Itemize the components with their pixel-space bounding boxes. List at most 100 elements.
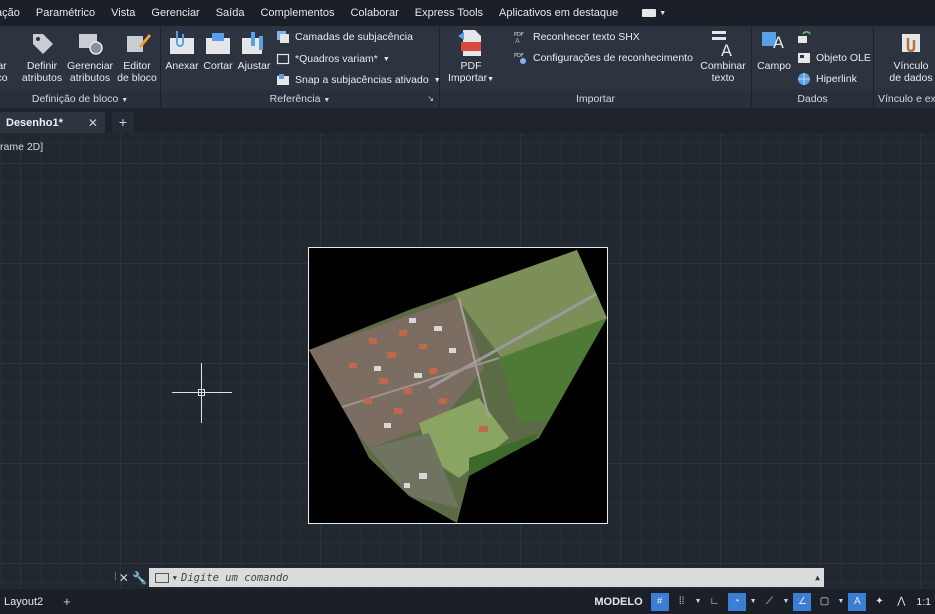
- frames-vary-dropdown[interactable]: *Quadros variam* ▼: [276, 52, 390, 66]
- panel-title-text: Definição de bloco: [31, 93, 119, 105]
- tag-icon: [33, 34, 53, 54]
- menu-item-express-tools[interactable]: Express Tools: [407, 0, 491, 26]
- data-link-label-1: Vínculo: [893, 60, 929, 72]
- crosshair-pickbox: [198, 389, 205, 396]
- recognition-settings-label: Configurações de reconhecimento: [533, 52, 693, 64]
- command-input[interactable]: ▼ Digite um comando ▲: [148, 568, 824, 587]
- pdf-label-2: Importar▼: [448, 72, 494, 86]
- clip-label: Cortar: [203, 60, 233, 72]
- object-snap-icon[interactable]: ▢: [815, 593, 833, 611]
- recognize-shx-label: Reconhecer texto SHX: [533, 31, 640, 43]
- field-label: Campo: [757, 60, 791, 72]
- recognition-settings-icon: PDF: [514, 53, 526, 64]
- grip-icon[interactable]: ⁞: [114, 572, 117, 583]
- chevron-down-icon[interactable]: ▼: [695, 598, 702, 605]
- clip-button[interactable]: Cortar: [202, 28, 234, 72]
- isodraft-icon[interactable]: ⟋: [761, 593, 779, 611]
- chevron-down-icon[interactable]: ▼: [173, 574, 177, 582]
- wrench-icon[interactable]: 🔧: [131, 571, 149, 585]
- attach-button[interactable]: Anexar: [164, 28, 200, 72]
- menu-item-complementos[interactable]: Complementos: [252, 0, 342, 26]
- command-placeholder: Digite um comando: [181, 571, 289, 584]
- attach-label: Anexar: [165, 60, 199, 72]
- polar-tracking-icon[interactable]: ◔: [727, 592, 746, 611]
- menu-item-aplicativos[interactable]: Aplicativos em destaque: [491, 0, 626, 26]
- aerial-map-picture: [309, 250, 607, 523]
- tab-label: Desenho1*: [6, 116, 63, 129]
- combine-text-button[interactable]: A Combinar texto: [698, 28, 748, 84]
- define-attributes-label-1: Definir: [26, 60, 58, 72]
- drawing-canvas[interactable]: rame 2D]: [0, 133, 935, 589]
- recognize-shx-button[interactable]: PDF A Reconhecer texto SHX: [514, 30, 640, 44]
- hyperlink-button[interactable]: Hiperlink: [797, 72, 857, 86]
- panel-import: PDF Importar▼ PDF A Reconhecer texto SHX …: [440, 26, 752, 108]
- adjust-button[interactable]: Ajustar: [236, 28, 272, 72]
- attached-aerial-image[interactable]: [308, 247, 608, 524]
- combine-text-label-1: Combinar: [700, 60, 746, 72]
- recognition-settings-button[interactable]: PDF Configurações de reconhecimento: [514, 51, 693, 65]
- pdf-label-1: PDF: [460, 60, 482, 72]
- annotation-scale-value[interactable]: 1:1: [916, 596, 931, 608]
- tab-desenho1[interactable]: Desenho1* ✕: [0, 112, 105, 133]
- ole-object-label: Objeto OLE: [816, 52, 871, 64]
- object-snap-tracking-icon[interactable]: ∠: [793, 592, 812, 611]
- menu-item-parametrico[interactable]: Paramétrico: [28, 0, 103, 26]
- menu-item-anotacao[interactable]: ação: [0, 0, 28, 26]
- panel-block-definition: ar co Definir atributos Gerenciar atribu…: [0, 26, 161, 108]
- block-editor-label-1: Editor: [123, 60, 151, 72]
- new-tab-button[interactable]: +: [112, 112, 134, 133]
- menu-item-colaborar[interactable]: Colaborar: [342, 0, 406, 26]
- close-icon[interactable]: ✕: [119, 571, 131, 585]
- shx-icon: PDFA: [514, 32, 524, 44]
- field-button[interactable]: A Campo: [755, 28, 793, 72]
- ole-object-button[interactable]: Objeto OLE: [797, 51, 871, 65]
- chevron-down-icon[interactable]: ▼: [783, 598, 790, 605]
- chevron-up-icon[interactable]: ▲: [815, 573, 820, 582]
- grid-icon[interactable]: #: [650, 592, 669, 611]
- chevron-down-icon[interactable]: ▼: [659, 10, 666, 17]
- annotation-visibility-icon[interactable]: A: [848, 592, 867, 611]
- chevron-down-icon[interactable]: ▼: [837, 598, 844, 605]
- ole-icon: [798, 53, 810, 63]
- command-prompt-icon[interactable]: [154, 572, 169, 583]
- snap-underlays-dropdown[interactable]: Snap a subjacências ativado ▼: [276, 73, 441, 87]
- create-block-button[interactable]: ar co: [0, 28, 12, 84]
- pdf-import-button[interactable]: PDF Importar▼: [446, 28, 496, 86]
- menu-item-vista[interactable]: Vista: [103, 0, 143, 26]
- layers-icon: [277, 31, 289, 43]
- underlay-layers-button[interactable]: Camadas de subjacência: [276, 30, 413, 44]
- panel-title-reference[interactable]: Referência ▼ ↘: [161, 90, 439, 108]
- block-editor-icon: [127, 34, 151, 52]
- workspace-toggle-icon[interactable]: [642, 9, 657, 17]
- update-fields-icon[interactable]: [797, 30, 811, 44]
- viewport-label[interactable]: rame 2D]: [0, 141, 43, 153]
- define-attributes-button[interactable]: Definir atributos: [20, 28, 64, 84]
- close-icon[interactable]: ✕: [88, 116, 98, 130]
- frame-icon: [276, 53, 290, 65]
- panel-title-text: Dados: [797, 93, 828, 105]
- auto-scale-icon[interactable]: ✦: [870, 593, 888, 611]
- snap-icon: [277, 74, 289, 85]
- panel-title-block-definition[interactable]: Definição de bloco ▼: [0, 90, 160, 108]
- menu-item-saida[interactable]: Saída: [208, 0, 253, 26]
- adjust-icon: [242, 32, 263, 54]
- ortho-icon[interactable]: ∟: [706, 593, 724, 611]
- annotation-scale-icon[interactable]: ⋀: [892, 593, 910, 611]
- model-space-button[interactable]: MODELO: [594, 596, 642, 608]
- chevron-down-icon[interactable]: ▼: [750, 598, 757, 605]
- combine-text-icon: A: [712, 31, 732, 58]
- block-editor-label-2: de bloco: [117, 72, 157, 84]
- svg-text:A: A: [721, 41, 732, 58]
- sun-block-icon: [0, 28, 17, 58]
- data-link-button[interactable]: Vínculo de dados: [886, 28, 935, 84]
- add-layout-button[interactable]: +: [63, 594, 71, 609]
- chevron-down-icon: ▼: [121, 97, 129, 104]
- tab-layout2[interactable]: Layout2: [4, 596, 43, 608]
- panel-launcher-icon[interactable]: ↘: [427, 90, 434, 108]
- menu-item-gerenciar[interactable]: Gerenciar: [143, 0, 207, 26]
- manage-attributes-button[interactable]: Gerenciar atributos: [66, 28, 114, 84]
- snap-mode-icon[interactable]: ⁞⁞: [673, 593, 691, 611]
- data-link-label-2: de dados: [889, 72, 933, 84]
- block-editor-button[interactable]: Editor de bloco: [115, 28, 159, 84]
- snap-underlays-label: Snap a subjacências ativado: [295, 74, 429, 86]
